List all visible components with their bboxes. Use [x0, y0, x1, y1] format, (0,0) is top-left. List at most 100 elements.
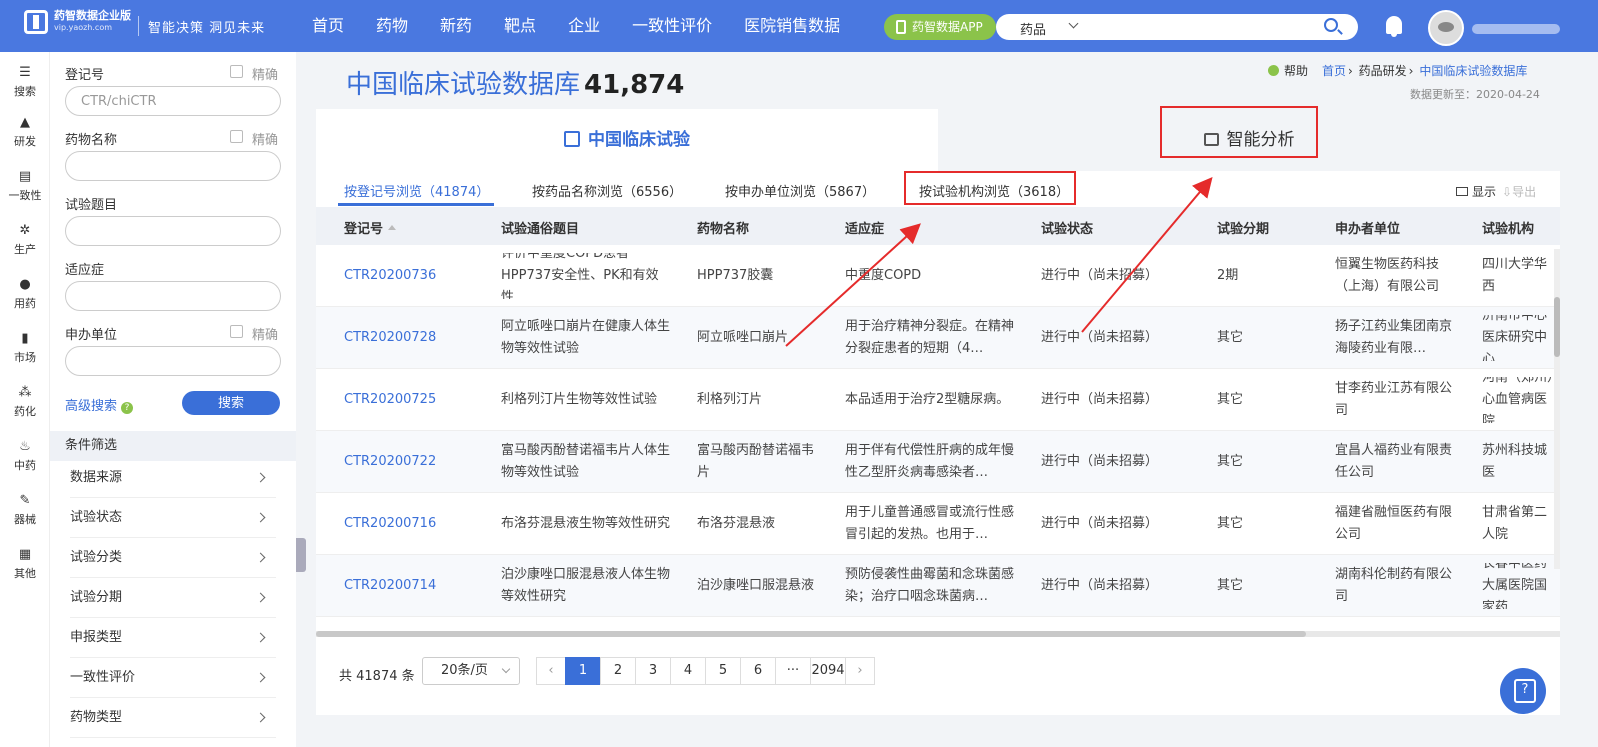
- brand-logo[interactable]: 药智数据企业版 vip.yaozh.com: [24, 10, 131, 34]
- table-row[interactable]: CTR20200728 阿立哌唑口崩片在健康人体生物等效性试验 阿立哌唑口崩片 用于治…: [316, 307, 1560, 369]
- cell-reg-number[interactable]: CTR20200728: [344, 315, 484, 361]
- list-icon: ☰: [19, 65, 31, 80]
- clipboard-icon: ▮: [21, 331, 29, 346]
- nav-item-drugs[interactable]: 药物: [360, 0, 424, 52]
- breadcrumb-rnd[interactable]: 药品研发: [1359, 64, 1407, 78]
- sidebar-item-other[interactable]: ▦ 其他: [0, 548, 50, 581]
- horizontal-scrollbar[interactable]: [316, 631, 1560, 637]
- scroll-thumb[interactable]: [316, 631, 1306, 637]
- indication-label: 适应症: [65, 263, 105, 278]
- sponsor-input[interactable]: [65, 346, 281, 376]
- cell-reg-number[interactable]: CTR20200736: [344, 253, 484, 299]
- help-icon[interactable]: ?: [121, 402, 134, 414]
- condition-consistency[interactable]: 一致性评价: [70, 658, 276, 698]
- cell-reg-number[interactable]: CTR20200716: [344, 501, 484, 547]
- sidebar-item-tcm[interactable]: ♨ 中药: [0, 440, 50, 473]
- cell-title: 布洛芬混悬液生物等效性研究: [501, 516, 671, 531]
- cell-phase: 其它: [1217, 392, 1244, 407]
- nav-item-hospital-sales[interactable]: 医院销售数据: [728, 0, 856, 52]
- drug-precise-checkbox[interactable]: [230, 130, 243, 143]
- condition-drug-type[interactable]: 药物类型: [70, 698, 276, 738]
- table-row[interactable]: CTR20200725 利格列汀片生物等效性试验 利格列汀片 本品适用于治疗2型糖尿病…: [316, 369, 1560, 431]
- reg-precise-checkbox[interactable]: [230, 65, 243, 78]
- search-category-select[interactable]: 药品: [1020, 19, 1046, 38]
- page-button[interactable]: 3: [635, 657, 671, 685]
- logo-divider: [138, 16, 139, 36]
- condition-trial-phase[interactable]: 试验分期: [70, 578, 276, 618]
- display-button[interactable]: 显示: [1456, 183, 1496, 200]
- app-download-button[interactable]: 药智数据APP: [884, 14, 996, 40]
- nav-item-home[interactable]: 首页: [296, 0, 360, 52]
- sidebar-item-medication[interactable]: ● 用药: [0, 278, 50, 311]
- condition-data-source[interactable]: 数据来源: [70, 458, 276, 498]
- cell-reg-number[interactable]: CTR20200714: [344, 563, 484, 609]
- page-size-select[interactable]: 20条/页: [422, 657, 520, 685]
- advanced-search-link[interactable]: 高级搜索?: [65, 395, 134, 414]
- cell-indication: 用于儿童普通感冒或流行性感冒引起的发热。也用于…: [845, 505, 1015, 542]
- table-row[interactable]: CTR20200736 评价中重度COPD患者HPP737安全性、PK和有效性… H…: [316, 245, 1560, 307]
- subtab-by-sponsor[interactable]: 按申办单位浏览（5867）: [725, 181, 875, 200]
- drug-precise-label: 精确: [252, 133, 279, 148]
- search-icon[interactable]: [1324, 18, 1338, 32]
- page-button[interactable]: 2094: [810, 657, 846, 685]
- next-page-button[interactable]: ›: [845, 657, 875, 685]
- drug-name-input[interactable]: [65, 151, 281, 181]
- indication-input[interactable]: [65, 281, 281, 311]
- cell-institution: 苏州科技城医: [1482, 443, 1548, 480]
- sidebar-item-devices[interactable]: ✎ 器械: [0, 494, 50, 527]
- page-ellipsis[interactable]: ···: [775, 657, 811, 685]
- col-sponsor: 申办者单位: [1335, 222, 1401, 237]
- sponsor-precise-label: 精确: [252, 328, 279, 343]
- sponsor-precise-checkbox[interactable]: [230, 325, 243, 338]
- sort-icon[interactable]: [388, 225, 397, 230]
- top-nav: 药智数据企业版 vip.yaozh.com 智能决策 洞见未来 首页 药物 新药…: [0, 0, 1598, 52]
- nav-item-companies[interactable]: 企业: [552, 0, 616, 52]
- breadcrumb-home[interactable]: 首页: [1322, 64, 1346, 78]
- scroll-thumb[interactable]: [1554, 297, 1560, 357]
- reg-number-input[interactable]: [65, 86, 281, 116]
- bell-icon[interactable]: [1386, 16, 1402, 37]
- cell-indication: 用于治疗精神分裂症。在精神分裂症患者的短期（4…: [845, 319, 1015, 356]
- nav-item-targets[interactable]: 靶点: [488, 0, 552, 52]
- condition-trial-status[interactable]: 试验状态: [70, 498, 276, 538]
- cell-reg-number[interactable]: CTR20200722: [344, 439, 484, 485]
- page-button[interactable]: 6: [740, 657, 776, 685]
- page-button[interactable]: 4: [670, 657, 706, 685]
- nav-item-consistency[interactable]: 一致性评价: [616, 0, 728, 52]
- help-link[interactable]: 帮助: [1268, 62, 1308, 79]
- search-button[interactable]: 搜索: [182, 391, 280, 415]
- pills-icon: ●: [19, 277, 31, 292]
- trial-title-input[interactable]: [65, 216, 281, 246]
- sidebar-item-chemistry[interactable]: ⁂ 药化: [0, 386, 50, 419]
- global-search[interactable]: 药品: [996, 14, 1358, 40]
- table-row[interactable]: CTR20200716 布洛芬混悬液生物等效性研究 布洛芬混悬液 用于儿童普通感冒或流…: [316, 493, 1560, 555]
- export-button[interactable]: ⇩导出: [1502, 183, 1536, 200]
- table-row[interactable]: [316, 617, 1560, 631]
- vertical-scrollbar[interactable]: [1554, 249, 1560, 569]
- tab-clinical-trials[interactable]: 中国临床试验: [316, 109, 938, 171]
- cell-status: 进行中（尚未招募）: [1041, 330, 1159, 345]
- condition-trial-category[interactable]: 试验分类: [70, 538, 276, 578]
- page-button[interactable]: 1: [565, 657, 601, 685]
- page-button[interactable]: 5: [705, 657, 741, 685]
- nav-item-new-drugs[interactable]: 新药: [424, 0, 488, 52]
- condition-application-type[interactable]: 申报类型: [70, 618, 276, 658]
- sidebar-item-search[interactable]: ☰ 搜索: [0, 66, 50, 99]
- sidebar-item-consistency[interactable]: ▤ 一致性: [0, 170, 50, 203]
- sidebar-item-rnd[interactable]: ▲ 研发: [0, 116, 50, 149]
- cell-title: 利格列汀片生物等效性试验: [501, 392, 658, 407]
- col-reg-number[interactable]: 登记号: [344, 218, 397, 237]
- avatar[interactable]: [1428, 10, 1464, 46]
- collapse-panel-handle[interactable]: [296, 538, 306, 572]
- prev-page-button[interactable]: ‹: [536, 657, 566, 685]
- subtab-by-drug-name[interactable]: 按药品名称浏览（6556）: [532, 181, 682, 200]
- page-button[interactable]: 2: [600, 657, 636, 685]
- sidebar-item-production[interactable]: ✲ 生产: [0, 224, 50, 257]
- cell-title: 评价中重度COPD患者HPP737安全性、PK和有效性…: [501, 253, 659, 299]
- table-row[interactable]: CTR20200714 泊沙康唑口服混悬液人体生物等效性研究 泊沙康唑口服混悬液 预防…: [316, 555, 1560, 617]
- cell-reg-number[interactable]: CTR20200725: [344, 377, 484, 423]
- subtab-by-reg-number[interactable]: 按登记号浏览（41874）: [344, 181, 489, 200]
- table-row[interactable]: CTR20200722 富马酸丙酚替诺福韦片人体生物等效性试验 富马酸丙酚替诺福韦片…: [316, 431, 1560, 493]
- feedback-button[interactable]: [1500, 668, 1546, 714]
- sidebar-item-market[interactable]: ▮ 市场: [0, 332, 50, 365]
